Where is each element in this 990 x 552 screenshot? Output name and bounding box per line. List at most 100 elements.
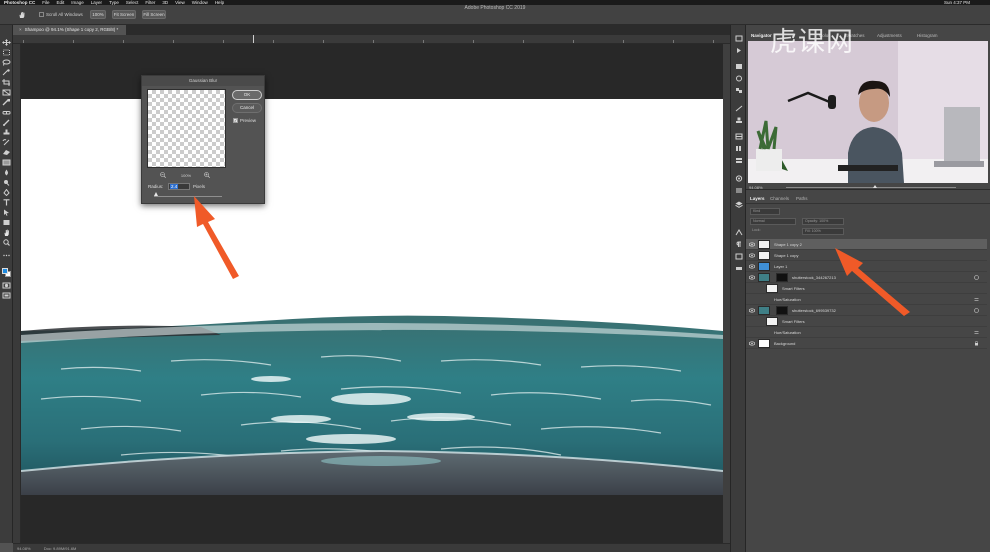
properties-panel-icon[interactable]: [735, 63, 743, 70]
tab-paths[interactable]: Paths: [796, 194, 808, 204]
layer-row[interactable]: Background: [746, 338, 987, 349]
layer-row[interactable]: Hue/Saturation: [746, 327, 987, 338]
clone-source-panel-icon[interactable]: [735, 117, 743, 124]
layers-dock-icon[interactable]: [735, 201, 743, 208]
healing-brush-tool-icon[interactable]: [2, 109, 11, 116]
layer-name[interactable]: Hue/Saturation: [774, 327, 801, 338]
actions-panel-icon[interactable]: [735, 47, 743, 54]
radius-slider-knob[interactable]: [154, 192, 159, 196]
rectangle-tool-icon[interactable]: [2, 219, 11, 226]
tab-channels[interactable]: Channels: [770, 194, 789, 204]
cancel-button[interactable]: Cancel: [232, 103, 262, 113]
timeline-panel-icon[interactable]: [735, 265, 743, 272]
styles-panel-icon[interactable]: [735, 87, 743, 94]
adjustments-panel-icon[interactable]: [735, 75, 743, 82]
layer-name[interactable]: Smart Filters: [782, 316, 805, 327]
layer-row[interactable]: shutterstock_699539732: [746, 305, 987, 316]
layer-mask-thumbnail[interactable]: [776, 273, 788, 282]
navigator-zoom-knob[interactable]: [873, 185, 877, 188]
foreground-color-swatch[interactable]: [2, 268, 8, 274]
swatches-panel-icon[interactable]: [735, 133, 743, 140]
info-panel-icon[interactable]: [735, 175, 743, 182]
zoom-out-icon[interactable]: [160, 172, 166, 178]
tab-adjustments[interactable]: Adjustments: [874, 30, 905, 41]
crop-tool-icon[interactable]: [2, 79, 11, 86]
layer-row[interactable]: Layer 1: [746, 261, 987, 272]
blur-preview-window[interactable]: [147, 89, 226, 168]
quick-mask-icon[interactable]: [2, 282, 11, 289]
visibility-eye-icon[interactable]: [749, 308, 755, 313]
zoom-100-button[interactable]: 100%: [90, 10, 106, 19]
quick-selection-tool-icon[interactable]: [2, 69, 11, 76]
zoom-tool-icon[interactable]: [2, 239, 11, 246]
move-tool-icon[interactable]: [2, 39, 11, 46]
fill-screen-button[interactable]: Fill Screen: [142, 10, 166, 19]
visibility-eye-icon[interactable]: [749, 264, 755, 269]
layer-row[interactable]: Shape 1 copy: [746, 250, 987, 261]
more-tools-icon[interactable]: [2, 252, 11, 259]
zoom-in-icon[interactable]: [204, 172, 210, 178]
glyphs-panel-icon[interactable]: [735, 253, 743, 260]
character-panel-icon[interactable]: [735, 229, 743, 236]
visibility-eye-icon[interactable]: [749, 275, 755, 280]
gradient-tool-icon[interactable]: [2, 159, 11, 166]
fill-field[interactable]: Fill: 100%: [802, 228, 844, 235]
preview-checkbox[interactable]: ✓: [233, 118, 238, 123]
layer-row[interactable]: Smart Filters: [746, 283, 987, 294]
scroll-all-windows-checkbox[interactable]: [39, 12, 44, 17]
eyedropper-tool-icon[interactable]: [2, 99, 11, 106]
visibility-eye-icon[interactable]: [749, 341, 755, 346]
layer-name[interactable]: Background: [774, 338, 795, 349]
tab-layers[interactable]: Layers: [750, 194, 765, 204]
screen-mode-icon[interactable]: [2, 292, 11, 299]
layer-row[interactable]: Smart Filters: [746, 316, 987, 327]
layer-name[interactable]: Smart Filters: [782, 283, 805, 294]
path-selection-tool-icon[interactable]: [2, 209, 11, 216]
libraries-panel-icon[interactable]: [735, 145, 743, 152]
lasso-tool-icon[interactable]: [2, 59, 11, 66]
blur-tool-icon[interactable]: [2, 169, 11, 176]
history-panel-icon[interactable]: [735, 35, 743, 42]
history-brush-tool-icon[interactable]: [2, 139, 11, 146]
ok-button[interactable]: OK: [232, 90, 262, 100]
fit-screen-button[interactable]: Fit Screen: [112, 10, 136, 19]
color-panel-icon[interactable]: [735, 187, 743, 194]
hand-tool-sidebar-icon[interactable]: [2, 229, 11, 236]
radius-slider[interactable]: [154, 196, 222, 197]
clone-stamp-tool-icon[interactable]: [2, 129, 11, 136]
brushes-panel-icon[interactable]: [735, 105, 743, 112]
blend-mode-select[interactable]: Normal: [750, 218, 796, 225]
layer-name[interactable]: Hue/Saturation: [774, 294, 801, 305]
document-canvas[interactable]: [21, 99, 723, 495]
layer-kind-filter[interactable]: Kind: [750, 208, 780, 215]
layer-name[interactable]: shutterstock_699539732: [792, 305, 836, 316]
layer-name[interactable]: Shape 1 copy: [774, 250, 798, 261]
opacity-field[interactable]: Opacity: 100%: [802, 218, 844, 225]
pen-tool-icon[interactable]: [2, 189, 11, 196]
paragraph-panel-icon[interactable]: [735, 241, 743, 248]
vertical-scrollbar[interactable]: [723, 44, 730, 543]
layer-row[interactable]: Hue/Saturation: [746, 294, 987, 305]
eraser-tool-icon[interactable]: [2, 149, 11, 156]
filter-options-icon[interactable]: [974, 297, 979, 302]
layer-row[interactable]: shutterstock_344267213: [746, 272, 987, 283]
canvas-area[interactable]: [21, 44, 723, 543]
type-tool-icon[interactable]: [2, 199, 11, 206]
tab-histogram[interactable]: Histogram: [914, 30, 941, 41]
layer-name[interactable]: Layer 1: [774, 261, 787, 272]
layer-name[interactable]: shutterstock_344267213: [792, 272, 836, 283]
navigator-zoom-slider[interactable]: [786, 185, 956, 188]
layer-name[interactable]: Shape 1 copy 2: [774, 239, 802, 250]
frame-tool-icon[interactable]: [2, 89, 11, 96]
dialog-title[interactable]: Gaussian Blur: [142, 76, 264, 86]
filter-options-icon[interactable]: [974, 330, 979, 335]
radius-input[interactable]: 2.4: [168, 183, 190, 190]
visibility-eye-icon[interactable]: [749, 253, 755, 258]
document-tab[interactable]: × Shampoo @ 94.1% (Shape 1 copy 2, RGB/8)…: [13, 25, 127, 35]
close-tab-icon[interactable]: ×: [19, 27, 22, 32]
visibility-eye-icon[interactable]: [749, 242, 755, 247]
brush-tool-icon[interactable]: [2, 119, 11, 126]
layer-mask-thumbnail[interactable]: [776, 306, 788, 315]
hand-tool-icon[interactable]: [18, 11, 26, 19]
status-zoom[interactable]: 94.08%: [17, 546, 31, 551]
